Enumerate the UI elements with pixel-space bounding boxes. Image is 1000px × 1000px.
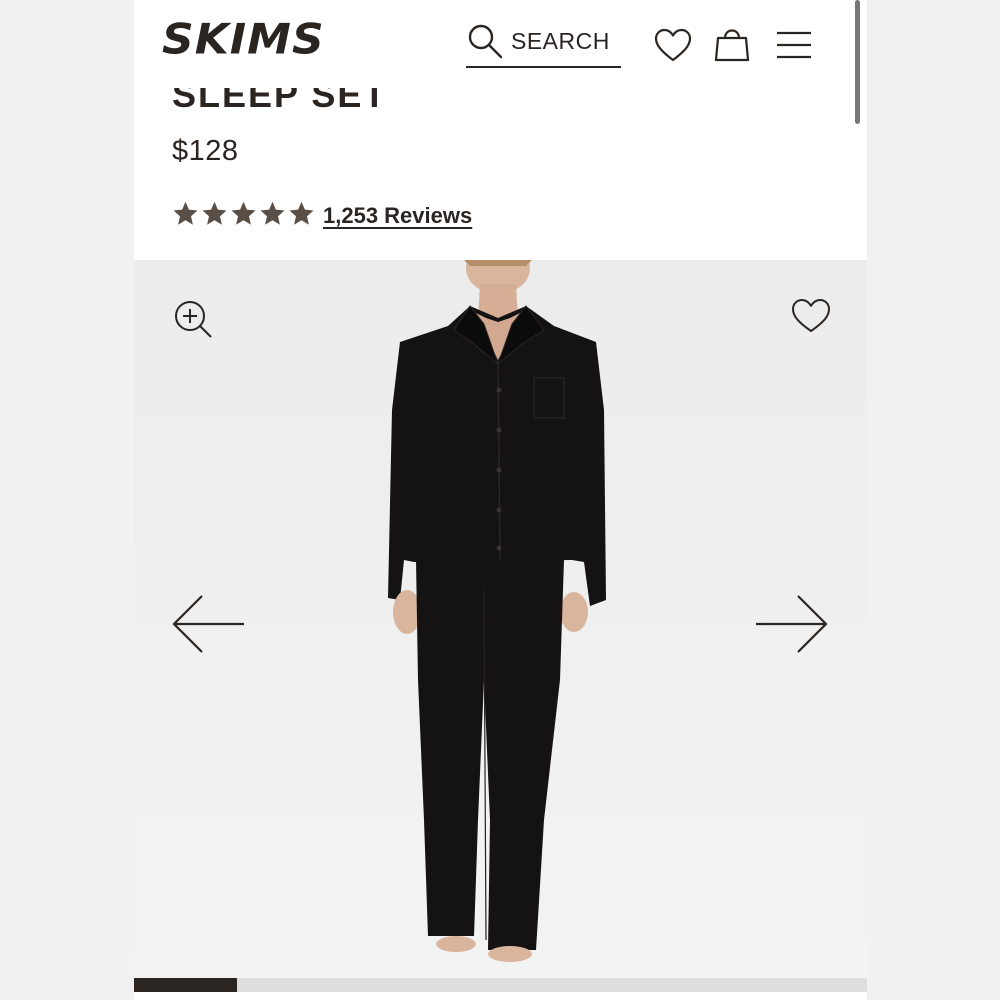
product-gallery[interactable] <box>134 260 867 978</box>
star-icon <box>173 201 198 225</box>
star-icon <box>202 201 227 225</box>
heart-icon[interactable] <box>790 296 832 336</box>
heart-icon[interactable] <box>653 26 693 66</box>
scrollbar[interactable] <box>855 0 860 124</box>
product-page: SKIMS SEARCH SLEEP SET $128 1,253 Review… <box>134 0 867 1000</box>
gallery-progress-bar <box>134 978 867 992</box>
menu-icon[interactable] <box>774 26 814 66</box>
star-rating <box>172 200 315 230</box>
star-icon <box>231 201 256 225</box>
gallery-progress-fill <box>134 978 237 992</box>
skims-logo[interactable]: SKIMS <box>162 15 325 63</box>
star-icon <box>289 201 314 225</box>
star-icon <box>260 201 285 225</box>
site-header: SKIMS SEARCH <box>134 0 867 88</box>
product-price: $128 <box>172 135 239 167</box>
zoom-in-icon[interactable] <box>172 298 214 340</box>
search-icon[interactable] <box>466 22 504 60</box>
reviews-link[interactable]: 1,253 Reviews <box>323 203 472 229</box>
search-bar[interactable]: SEARCH <box>466 20 621 68</box>
arrow-right-icon[interactable] <box>754 592 830 656</box>
search-label[interactable]: SEARCH <box>511 28 610 55</box>
shopping-bag-icon[interactable] <box>712 22 752 62</box>
arrow-left-icon[interactable] <box>170 592 246 656</box>
